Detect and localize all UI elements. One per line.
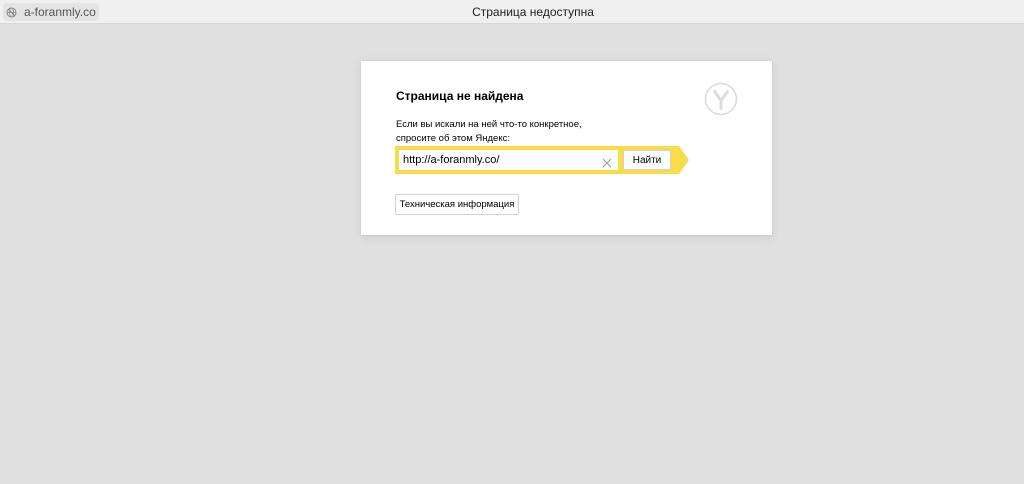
description-line-2: спросите об этом Яндекс: (396, 133, 510, 144)
description-line-1: Если вы искали на ней что-то конкретное, (396, 119, 582, 130)
page-title: Страница недоступна (472, 5, 594, 19)
address-bar[interactable]: a-foranmly.co (3, 3, 99, 21)
error-title: Страница не найдена (396, 89, 524, 103)
error-description: Если вы искали на ней что-то конкретное,… (396, 118, 656, 146)
technical-info-button[interactable]: Техническая информация (395, 194, 519, 215)
close-icon[interactable] (602, 155, 612, 168)
search-form: Найти (395, 146, 689, 174)
error-card: Страница не найдена Если вы искали на не… (361, 61, 772, 235)
browser-top-bar: a-foranmly.co Страница недоступна (0, 0, 1024, 24)
address-text: a-foranmly.co (24, 5, 96, 19)
globe-off-icon (6, 7, 17, 18)
search-input[interactable] (399, 150, 618, 170)
search-button[interactable]: Найти (623, 150, 671, 170)
yandex-browser-logo-icon (704, 82, 738, 116)
